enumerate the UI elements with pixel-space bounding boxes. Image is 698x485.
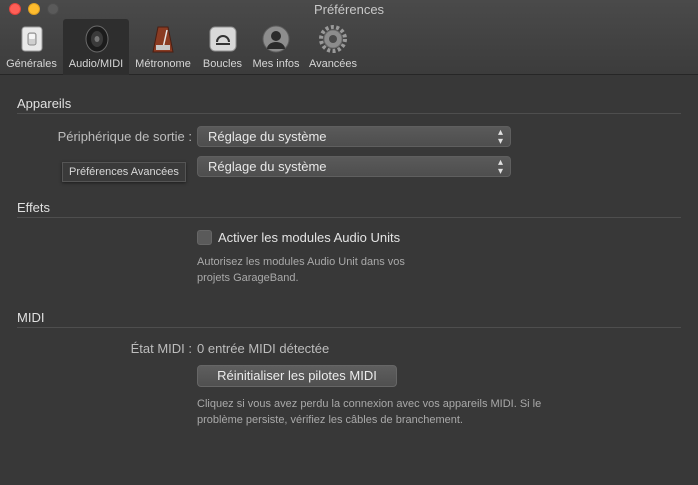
chevron-updown-icon: ▴ ▾ [497,127,503,147]
user-icon [262,25,290,53]
divider [17,217,681,218]
tab-label: Audio/MIDI [68,58,124,70]
speaker-icon [85,25,109,53]
output-device-value: Réglage du système [208,129,327,144]
tab-label: Mes infos [252,58,300,70]
tab-avancees[interactable]: Avancées [304,19,362,75]
tab-label: Boucles [202,58,243,70]
window-title: Préférences [313,2,385,17]
input-device-popup[interactable]: Réglage du système ▴ ▾ [197,156,511,177]
toolbar-tabs: Générales Audio/MIDI Métronome Boucles M… [0,19,362,75]
tab-generales[interactable]: Générales [0,19,63,75]
input-device-value: Réglage du système [208,159,327,174]
loop-icon [209,26,236,52]
divider [17,113,681,114]
midi-help-text: Cliquez si vous avez perdu la connexion … [197,396,541,428]
section-title-effects: Effets [17,200,51,215]
tab-mes-infos[interactable]: Mes infos [248,19,304,75]
gear-icon [319,25,347,53]
output-device-label: Périphérique de sortie : [57,129,192,144]
reset-midi-drivers-button[interactable]: Réinitialiser les pilotes MIDI [197,365,397,387]
midi-status-label: État MIDI : [130,341,192,356]
section-title-devices: Appareils [17,96,72,111]
effects-help-text: Autorisez les modules Audio Unit dans vo… [197,254,405,286]
midi-help-line: Cliquez si vous avez perdu la connexion … [197,398,542,410]
audio-units-checkbox[interactable] [197,230,212,245]
effects-help-line: Autorisez les modules Audio Unit dans vo… [197,256,405,268]
tab-label: Avancées [308,58,358,70]
audio-units-checkbox-label[interactable]: Activer les modules Audio Units [218,230,400,245]
switch-icon [21,26,42,52]
tab-boucles[interactable]: Boucles [197,19,248,75]
tab-label: Générales [6,58,57,70]
titlebar: Préférences Générales Audio/MIDI Métrono… [0,0,698,75]
tab-audio-midi[interactable]: Audio/MIDI [63,19,129,75]
output-device-popup[interactable]: Réglage du système ▴ ▾ [197,126,511,147]
section-title-midi: MIDI [17,310,45,325]
preferences-window: Préférences Générales Audio/MIDI Métrono… [0,0,698,485]
metronome-icon [152,26,174,53]
tooltip: Préférences Avancées [62,162,186,182]
tab-label: Métronome [135,58,191,70]
divider [17,327,681,328]
effects-help-line: projets GarageBand. [197,272,299,284]
chevron-updown-icon: ▴ ▾ [497,157,503,177]
midi-help-line: problème persiste, vérifiez les câbles d… [197,414,463,426]
tab-metronome[interactable]: Métronome [129,19,197,75]
midi-status-value: 0 entrée MIDI détectée [197,341,330,356]
